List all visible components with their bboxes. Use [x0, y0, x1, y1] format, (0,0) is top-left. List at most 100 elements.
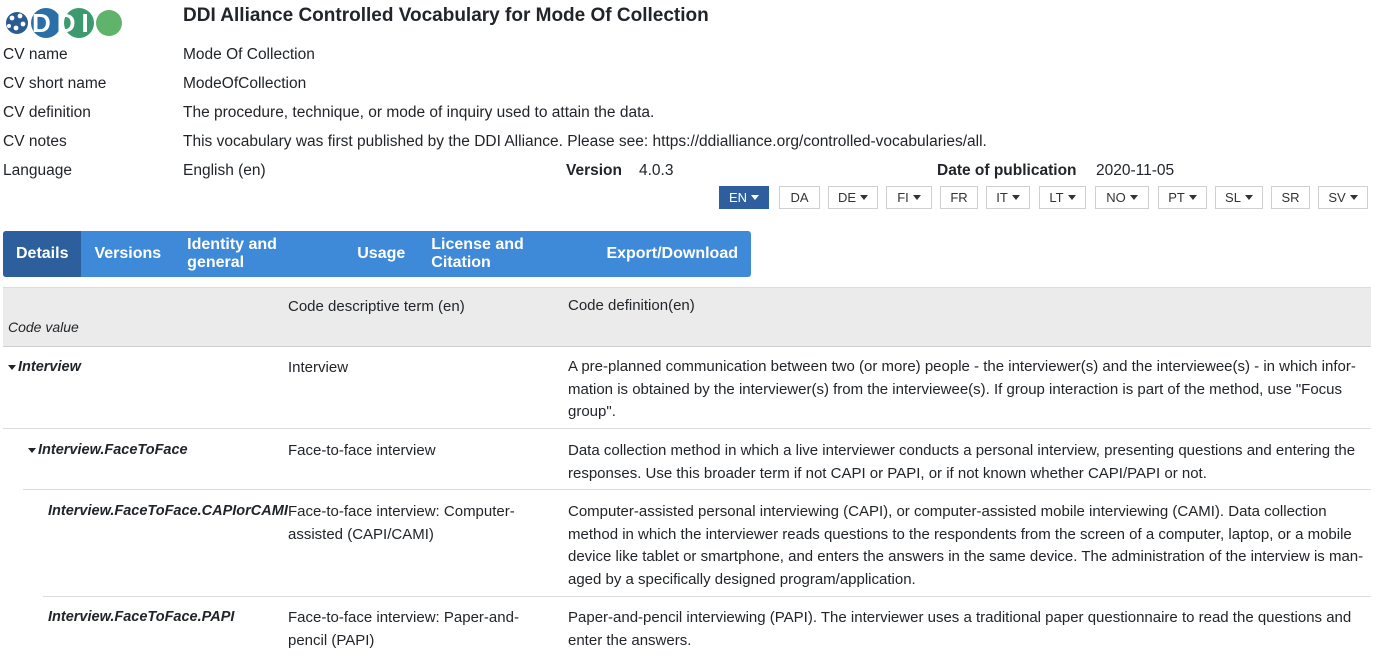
definition-line: mation is obtained by the interviewer(s)…	[568, 380, 1343, 398]
lang-button-sr[interactable]: SR	[1271, 186, 1310, 209]
definition-line: device like tablet or smartphone, and en…	[568, 548, 1364, 565]
tab-versions[interactable]: Versions	[81, 231, 174, 277]
expand-toggle-icon[interactable]	[8, 364, 16, 370]
cv-short-name-value: ModeOfCollection	[183, 75, 307, 92]
definition-cell: Paper-and-pencil interviewing (PAPI). Th…	[568, 607, 1368, 652]
lang-label: SV	[1328, 190, 1346, 205]
definition-line: enter the answers.	[568, 631, 692, 649]
term-cell: Face-to-face interview	[288, 440, 436, 463]
tab-details[interactable]: Details	[3, 231, 82, 277]
lang-button-en[interactable]: EN	[719, 186, 769, 209]
term-line: Face-to-face interview: Paper-and-	[288, 609, 519, 626]
cv-name-value: Mode Of Collection	[183, 46, 315, 63]
lang-button-de[interactable]: DE	[828, 186, 878, 209]
table-row-code[interactable]: Interview.FaceToFace.CAPIorCAMI	[48, 500, 288, 523]
term-line: Face-to-face interview	[288, 442, 436, 459]
column-header-definition[interactable]: Code definition(en)	[568, 297, 695, 314]
row-divider	[3, 428, 1371, 429]
term-line: pencil (PAPI)	[288, 631, 375, 649]
lang-button-pt[interactable]: PT	[1158, 186, 1207, 209]
tab-identity-and-general[interactable]: Identity and general	[174, 231, 344, 277]
lang-label: SL	[1225, 190, 1241, 205]
lang-button-lt[interactable]: LT	[1039, 186, 1086, 209]
cv-notes-label: CV notes	[3, 133, 67, 150]
lang-label: DE	[837, 190, 857, 205]
code-value: Interview	[18, 359, 81, 375]
logo-text: DDI	[32, 8, 95, 38]
lang-label: IT	[996, 190, 1008, 205]
lang-label: LT	[1049, 190, 1064, 205]
definition-cell: Computer-assisted personal interviewing …	[568, 501, 1368, 591]
cv-notes-value: This vocabulary was first published by t…	[183, 133, 987, 150]
definition-line: responses. Use this broader term if not …	[568, 464, 1207, 482]
row-divider	[23, 489, 1371, 490]
ddi-logo[interactable]: DDI	[3, 6, 123, 40]
code-value: Interview.FaceToFace.CAPIorCAMI	[48, 503, 288, 519]
chevron-down-icon	[1011, 195, 1020, 200]
definition-cell: A pre-planned communication between two …	[568, 356, 1368, 424]
expand-toggle-icon[interactable]	[28, 447, 36, 453]
definition-line: A pre-planned communication between two …	[568, 358, 1356, 375]
lang-label: FI	[897, 190, 909, 205]
lang-button-fi[interactable]: FI	[886, 186, 932, 209]
lang-label: EN	[728, 190, 748, 205]
date-of-publication-label: Date of publication	[937, 162, 1077, 179]
version-value: 4.0.3	[639, 162, 674, 179]
lang-button-sl[interactable]: SL	[1215, 186, 1263, 209]
chevron-down-icon	[1349, 195, 1358, 200]
lang-button-no[interactable]: NO	[1095, 186, 1149, 209]
logo-emblem-icon	[6, 12, 28, 34]
version-label: Version	[566, 162, 622, 179]
language-value: English (en)	[183, 162, 266, 179]
page-title: DDI Alliance Controlled Vocabulary for M…	[183, 5, 709, 26]
lang-button-da[interactable]: DA	[779, 186, 820, 209]
language-label: Language	[3, 162, 72, 179]
cv-short-name-label: CV short name	[3, 75, 107, 92]
chevron-down-icon	[860, 195, 869, 200]
chevron-down-icon	[912, 195, 921, 200]
lang-button-fr[interactable]: FR	[940, 186, 978, 209]
definition-line: Data collection method in which a live i…	[568, 442, 1356, 459]
lang-label: SR	[1281, 190, 1300, 205]
term-line: assisted (CAPI/CAMI)	[288, 525, 434, 543]
date-of-publication-value: 2020-11-05	[1096, 162, 1175, 179]
chevron-down-icon	[751, 195, 760, 200]
definition-line: method in which the interviewer reads qu…	[568, 525, 1352, 543]
cv-definition-label: CV definition	[3, 104, 91, 121]
chevron-down-icon	[1129, 195, 1138, 200]
code-value: Interview.FaceToFace	[38, 442, 188, 458]
table-row-code[interactable]: Interview.FaceToFace.PAPI	[48, 606, 234, 629]
cv-name-label: CV name	[3, 46, 68, 63]
tab-license-and-citation[interactable]: License and Citation	[418, 231, 593, 277]
lang-label: DA	[790, 190, 809, 205]
definition-cell: Data collection method in which a live i…	[568, 440, 1368, 485]
term-line: Interview	[288, 359, 349, 376]
tab-bar: Details Versions Identity and general Us…	[3, 231, 751, 277]
chevron-down-icon	[1188, 195, 1197, 200]
chevron-down-icon	[1067, 195, 1076, 200]
term-cell: Face-to-face interview: Computer- assist…	[288, 501, 515, 546]
chevron-down-icon	[1244, 195, 1253, 200]
definition-line: Paper-and-pencil interviewing (PAPI). Th…	[568, 609, 1352, 626]
term-cell: Interview	[288, 357, 348, 380]
column-header-term[interactable]: Code descriptive term (en)	[288, 298, 465, 315]
definition-line: Computer-assisted personal interviewing …	[568, 503, 1327, 520]
lang-button-sv[interactable]: SV	[1318, 186, 1368, 209]
table-header: Code value Code descriptive term (en) Co…	[3, 287, 1371, 347]
lang-label: NO	[1106, 190, 1126, 205]
table-row-code[interactable]: Interview.FaceToFace	[28, 439, 188, 462]
cv-definition-value: The procedure, technique, or mode of inq…	[183, 104, 655, 121]
term-cell: Face-to-face interview: Paper-and- penci…	[288, 607, 519, 652]
definition-line: group".	[568, 403, 616, 420]
lang-button-it[interactable]: IT	[986, 186, 1030, 209]
code-value: Interview.FaceToFace.PAPI	[48, 609, 235, 625]
lang-label: PT	[1168, 190, 1185, 205]
tab-usage[interactable]: Usage	[344, 231, 418, 277]
row-divider	[43, 596, 1371, 597]
table-row-code[interactable]: Interview	[8, 356, 81, 379]
tab-export-download[interactable]: Export/Download	[593, 231, 751, 277]
term-line: Face-to-face interview: Computer-	[288, 503, 515, 520]
definition-line: aged by a specifically designed program/…	[568, 570, 916, 588]
lang-label: FR	[950, 190, 968, 205]
column-header-code-value[interactable]: Code value	[8, 319, 79, 335]
